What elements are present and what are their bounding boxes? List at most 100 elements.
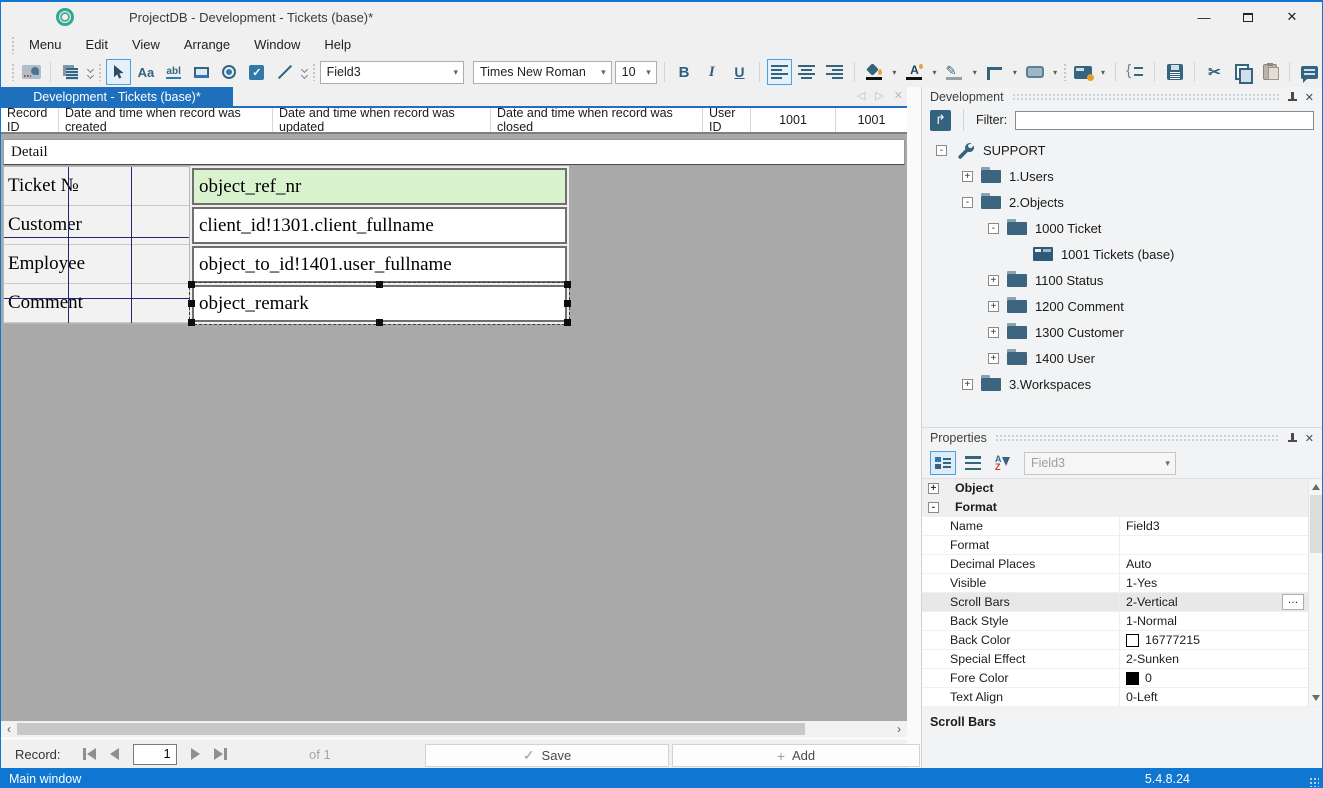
property-grid-scrollbar[interactable]: [1308, 479, 1322, 706]
field-client-fullname[interactable]: client_id!1301.client_fullname: [192, 207, 567, 244]
sort-alphabetical-button[interactable]: AZ: [990, 451, 1016, 475]
next-record-button[interactable]: [191, 748, 200, 760]
font-family-combo[interactable]: Times New Roman ▾: [473, 61, 612, 84]
panel-splitter[interactable]: [907, 87, 921, 768]
object-selector-combo[interactable]: Field3 ▾: [1024, 452, 1176, 475]
tree-item-workspaces[interactable]: + 3.Workspaces: [922, 371, 1322, 397]
toolbar-grip[interactable]: [98, 63, 103, 81]
header-value-1001[interactable]: 1001: [751, 108, 836, 132]
expand-icon[interactable]: +: [988, 275, 999, 286]
last-record-button[interactable]: [214, 748, 227, 760]
cut-button[interactable]: ✂: [1202, 59, 1227, 85]
pane-drag-texture[interactable]: [1012, 93, 1280, 101]
header-user-id[interactable]: User ID: [703, 108, 751, 132]
property-value[interactable]: 1-Normal: [1120, 612, 1322, 630]
border-dropdown[interactable]: ▾: [1010, 68, 1019, 77]
menubar-grip[interactable]: [11, 36, 16, 54]
menu-item-help[interactable]: Help: [324, 37, 351, 52]
pane-drag-texture[interactable]: [995, 434, 1280, 442]
property-value[interactable]: 0-Left: [1120, 688, 1322, 706]
property-row-back-style[interactable]: Back Style 1-Normal: [922, 612, 1322, 631]
pages-button[interactable]: [58, 59, 83, 85]
font-color-dropdown[interactable]: ▾: [930, 68, 939, 77]
menu-item-view[interactable]: View: [132, 37, 160, 52]
tab-next-icon[interactable]: ▷: [875, 89, 883, 102]
save-record-button[interactable]: ✓ Save: [425, 744, 669, 767]
field-selector-combo[interactable]: Field3 ▾: [320, 61, 464, 84]
property-row-format[interactable]: Format: [922, 536, 1322, 555]
header-value-1001b[interactable]: 1001: [836, 108, 907, 132]
selection-handle[interactable]: [188, 300, 195, 307]
property-value[interactable]: Field3: [1120, 517, 1322, 535]
fill-color-button[interactable]: [862, 59, 887, 85]
field-object-ref-nr[interactable]: object_ref_nr: [192, 168, 567, 205]
italic-button[interactable]: I: [699, 59, 724, 85]
list-view-button[interactable]: [960, 451, 986, 475]
tree-item-1001-tickets-base[interactable]: 1001 Tickets (base): [922, 241, 1322, 267]
selection-handle[interactable]: [188, 281, 195, 288]
textbox-tool-button[interactable]: abl: [161, 59, 186, 85]
label-grid[interactable]: Ticket № Customer Employee Comment: [3, 166, 190, 324]
header-record-id[interactable]: Record ID: [1, 108, 59, 132]
categorized-view-button[interactable]: [930, 451, 956, 475]
scroll-right-icon[interactable]: ›: [891, 722, 907, 736]
property-row-text-align[interactable]: Text Align 0-Left: [922, 688, 1322, 707]
selection-handle[interactable]: [564, 300, 571, 307]
menu-item-arrange[interactable]: Arrange: [184, 37, 230, 52]
form-designer-canvas[interactable]: Detail Ticket № Customer Employee Commen…: [1, 132, 907, 721]
pin-icon[interactable]: [1288, 433, 1297, 444]
property-row-scroll-bars[interactable]: Scroll Bars 2-Vertical … ▾: [922, 593, 1322, 612]
menu-item-edit[interactable]: Edit: [86, 37, 108, 52]
selection-handle[interactable]: [564, 319, 571, 326]
save-button[interactable]: [1162, 59, 1187, 85]
filter-input[interactable]: [1015, 111, 1314, 130]
property-group-object[interactable]: +Object: [922, 479, 1322, 498]
first-record-button[interactable]: [83, 748, 96, 760]
current-record-input[interactable]: [133, 744, 177, 765]
border-button[interactable]: [982, 59, 1007, 85]
property-row-visible[interactable]: Visible 1-Yes: [922, 574, 1322, 593]
paste-button[interactable]: [1258, 59, 1283, 85]
line-tool-button[interactable]: [272, 59, 297, 85]
combobox-tool-button[interactable]: [189, 59, 214, 85]
detail-section-band[interactable]: Detail: [3, 139, 905, 165]
collapse-icon[interactable]: -: [928, 502, 939, 513]
align-right-button[interactable]: [822, 59, 847, 85]
minimize-button[interactable]: —: [1182, 2, 1226, 32]
toolbar-overflow-icon[interactable]: [88, 67, 93, 78]
copy-button[interactable]: [1230, 59, 1255, 85]
close-button[interactable]: ✕: [1270, 2, 1314, 32]
radio-tool-button[interactable]: [217, 59, 242, 85]
expand-icon[interactable]: +: [988, 353, 999, 364]
label-tool-button[interactable]: Aa: [134, 59, 159, 85]
toolbar-overflow-icon[interactable]: [302, 67, 307, 78]
field-object-remark[interactable]: object_remark: [192, 285, 567, 322]
report-image-button[interactable]: [19, 59, 44, 85]
label-employee[interactable]: Employee: [4, 245, 189, 284]
font-color-button[interactable]: A: [902, 59, 927, 85]
property-value[interactable]: Auto: [1120, 555, 1322, 573]
expand-icon[interactable]: +: [962, 171, 973, 182]
ellipsis-button[interactable]: …: [1282, 594, 1304, 610]
field-user-fullname[interactable]: object_to_id!1401.user_fullname: [192, 246, 567, 283]
tab-prev-icon[interactable]: ◁: [857, 89, 865, 102]
form-properties-dropdown[interactable]: ▾: [1098, 68, 1107, 77]
close-icon[interactable]: ✕: [1305, 432, 1314, 445]
select-tool-button[interactable]: [106, 59, 131, 85]
selection-handle[interactable]: [564, 281, 571, 288]
align-center-button[interactable]: [795, 59, 820, 85]
tree-item-1000-ticket[interactable]: - 1000 Ticket: [922, 215, 1322, 241]
property-value[interactable]: 0: [1120, 669, 1322, 687]
scroll-up-icon[interactable]: [1312, 484, 1320, 490]
highlight-button[interactable]: ✎: [942, 59, 967, 85]
add-record-button[interactable]: + Add: [672, 744, 920, 767]
toolbar-grip[interactable]: [11, 63, 16, 81]
collapse-icon[interactable]: -: [936, 145, 947, 156]
tree-item-1100-status[interactable]: + 1100 Status: [922, 267, 1322, 293]
tree-item-support[interactable]: - SUPPORT: [922, 137, 1322, 163]
tree-item-1300-customer[interactable]: + 1300 Customer: [922, 319, 1322, 345]
scroll-down-icon[interactable]: [1312, 695, 1320, 701]
selection-handle[interactable]: [376, 319, 383, 326]
highlight-dropdown[interactable]: ▾: [970, 68, 979, 77]
property-row-decimal-places[interactable]: Decimal Places Auto: [922, 555, 1322, 574]
